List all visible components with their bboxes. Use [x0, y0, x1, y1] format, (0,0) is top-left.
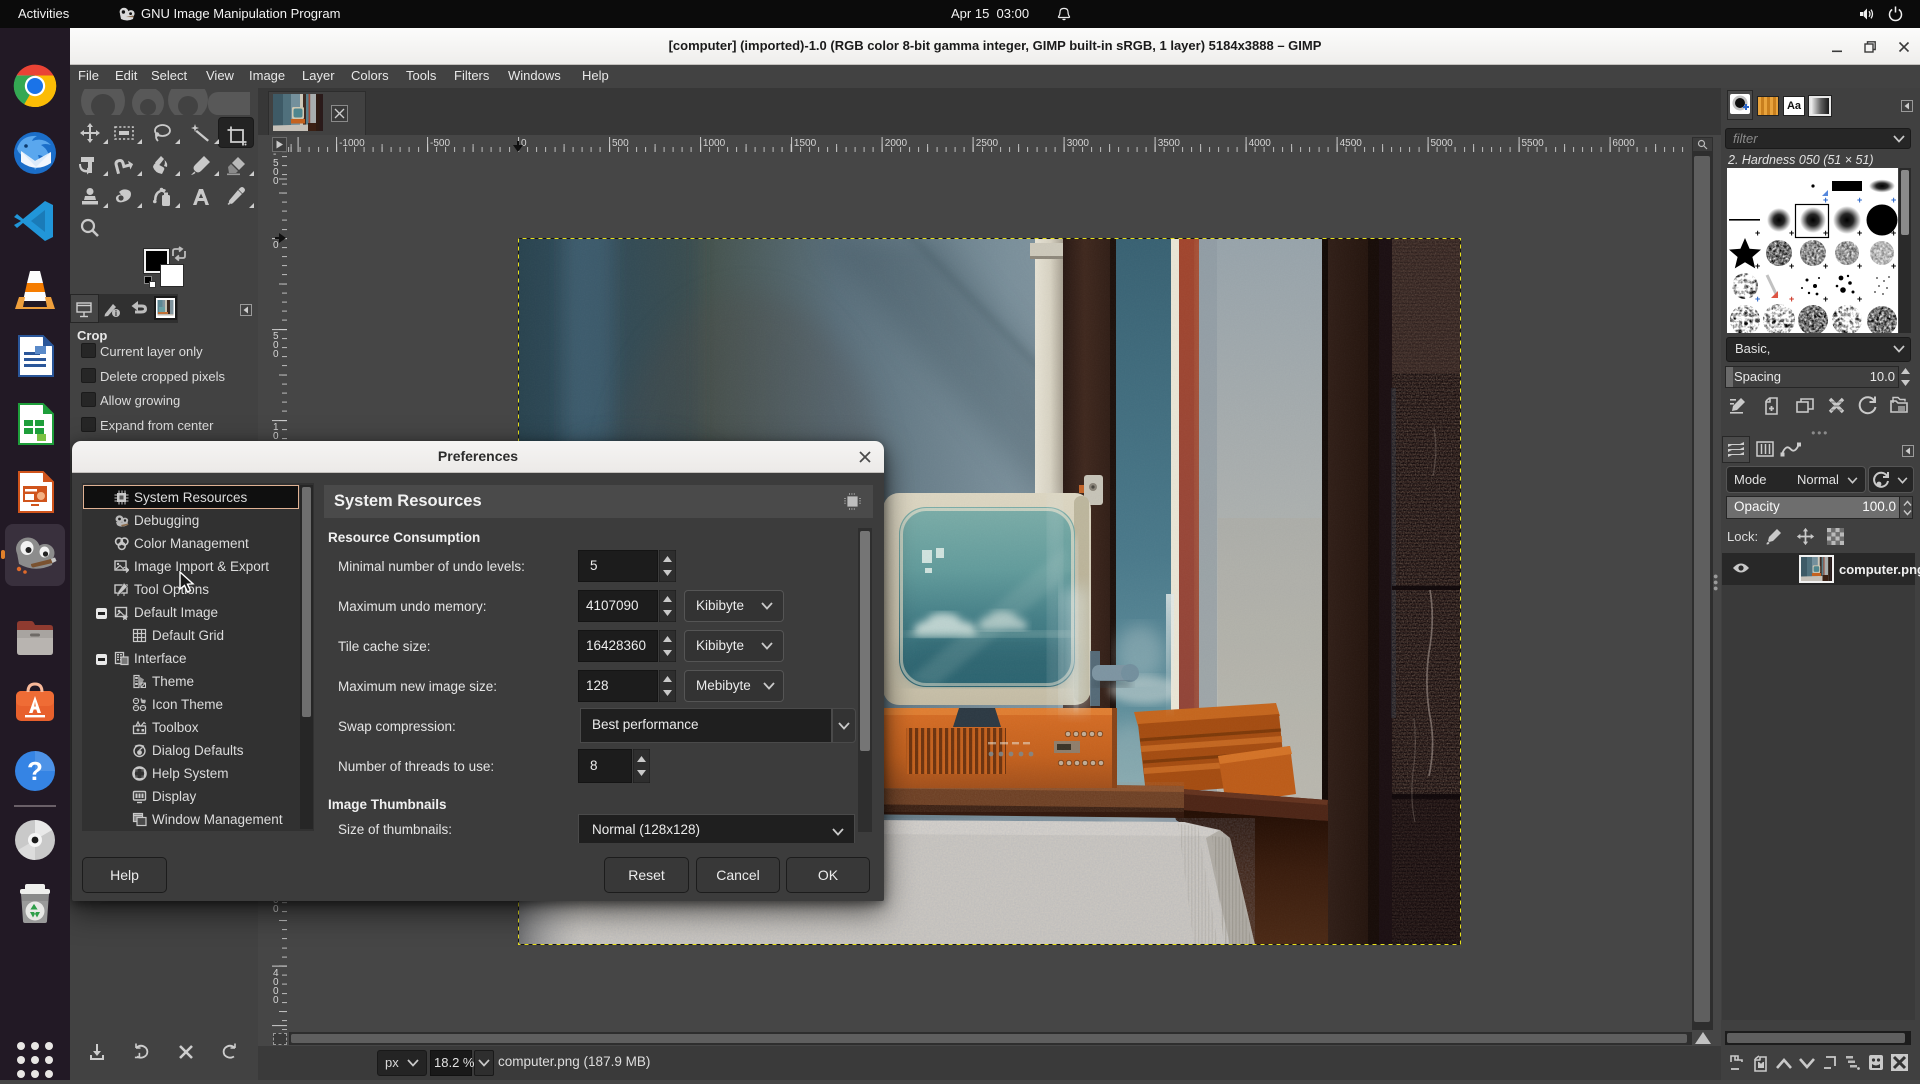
svg-text:+: +: [1823, 294, 1828, 304]
svg-text:+: +: [1789, 294, 1794, 304]
svg-text:+: +: [1755, 228, 1760, 238]
svg-text:+: +: [1891, 195, 1896, 205]
svg-text:?: ?: [27, 756, 43, 786]
svg-text:+: +: [1823, 195, 1828, 205]
svg-text:+: +: [1755, 261, 1760, 271]
svg-text:+: +: [1823, 228, 1828, 238]
svg-text:+: +: [1857, 228, 1862, 238]
svg-text:+: +: [1789, 261, 1794, 271]
svg-text:+: +: [1789, 228, 1794, 238]
svg-text:+: +: [1891, 228, 1896, 238]
svg-text:i: i: [115, 309, 117, 318]
svg-text:+: +: [1857, 261, 1862, 271]
svg-text:+: +: [1755, 294, 1760, 304]
svg-text:+: +: [1857, 294, 1862, 304]
svg-text:+: +: [1857, 195, 1862, 205]
svg-text:+: +: [1891, 261, 1896, 271]
svg-text:+: +: [1823, 261, 1828, 271]
